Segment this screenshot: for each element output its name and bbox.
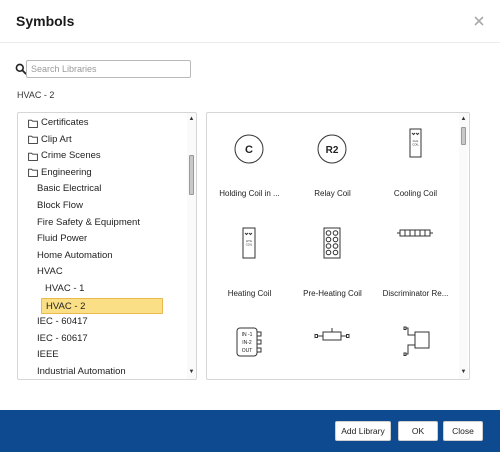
symbol-label: Holding Coil in ... (219, 189, 280, 198)
symbol-tile[interactable]: HTG COIL Heating Coil (207, 218, 292, 308)
tree-item-label: Industrial Automation (37, 366, 126, 377)
pre-heating-coil-icon (323, 227, 341, 259)
tree-item[interactable]: Basic Electrical (37, 181, 101, 197)
symbol-tile[interactable]: C Holding Coil in ... (207, 118, 292, 208)
holding-coil-icon: C (234, 134, 264, 164)
symbol-tile[interactable] (373, 318, 458, 379)
scroll-down-arrow[interactable]: ▼ (459, 368, 468, 377)
tree-item-label: IEC - 60617 (37, 332, 88, 344)
tree-item[interactable]: Block Flow (37, 198, 83, 214)
symbol-tile[interactable] (290, 318, 375, 379)
header-divider (0, 42, 500, 43)
inline-connector-icon (314, 328, 350, 341)
breadcrumb: HVAC - 2 (17, 90, 55, 100)
tree-item[interactable]: Fire Safety & Equipment (37, 215, 140, 231)
heating-coil-icon: HTGCOIL (242, 227, 256, 259)
svg-text:IN -1: IN -1 (242, 332, 253, 338)
close-button[interactable]: Close (443, 421, 483, 441)
scroll-up-arrow[interactable]: ▲ (459, 115, 468, 124)
dialog-footer: Add Library OK Close (0, 410, 500, 452)
tree-folder[interactable]: Crime Scenes (28, 148, 101, 164)
symbol-tile[interactable]: R2 Relay Coil (290, 118, 375, 208)
tree-item[interactable]: HVAC (37, 264, 63, 280)
tree-item-label: HVAC - 1 (45, 283, 85, 294)
tree-item-label: Block Flow (37, 200, 83, 211)
tree-item-label: Certificates (41, 117, 89, 128)
scroll-thumb[interactable] (461, 127, 466, 145)
discriminator-relay-icon (397, 229, 433, 237)
svg-text:COIL: COIL (246, 243, 253, 247)
symbol-grid[interactable]: C Holding Coil in ... R2 Relay Coil CLG COIL C… (206, 112, 470, 380)
tree-item[interactable]: Fluid Power (37, 231, 87, 247)
tree-item[interactable]: IEC - 60617 (37, 331, 88, 347)
tree-item[interactable]: HVAC - 1 (45, 281, 84, 297)
tree-item-label: Basic Electrical (37, 183, 102, 195)
symbol-tile[interactable]: Discriminator Re... (373, 218, 458, 308)
svg-text:IN-2: IN-2 (242, 340, 252, 346)
folder-icon (28, 152, 38, 161)
tree-folder[interactable]: Certificates (28, 115, 89, 131)
tree-item[interactable]: Home Automation (37, 248, 113, 264)
symbol-label: Pre-Heating Coil (303, 289, 362, 298)
close-icon[interactable] (471, 13, 487, 29)
tree-item-label: Fluid Power (37, 233, 88, 245)
tree-folder[interactable]: Clip Art (28, 132, 72, 148)
scroll-down-arrow[interactable]: ▼ (187, 368, 196, 377)
folder-icon (28, 119, 38, 128)
svg-text:C: C (245, 144, 253, 156)
symbol-tile[interactable]: Pre-Heating Coil (290, 218, 375, 308)
tree-item[interactable]: Industrial Automation (37, 364, 126, 379)
dialog-header: Symbols (0, 0, 500, 42)
tree-scrollbar[interactable]: ▲ ▼ (187, 113, 196, 379)
folder-icon (28, 135, 38, 144)
cooling-coil-icon: CLGCOIL (409, 128, 422, 158)
tree-item-label: Crime Scenes (41, 150, 101, 162)
add-library-button[interactable]: Add Library (335, 421, 391, 441)
tree-item[interactable]: IEEE (37, 347, 59, 363)
symbol-tile[interactable]: CLG COIL Cooling Coil (373, 118, 458, 208)
tree-item-label: Fire Safety & Equipment (37, 216, 140, 228)
tree-item-label: Engineering (41, 166, 92, 178)
tree-folder[interactable]: Engineering (28, 165, 92, 181)
symbol-label: Discriminator Re... (382, 289, 449, 298)
search-input[interactable] (26, 60, 191, 78)
input-output-block-icon: IN -1 IN-2 OUT (236, 327, 262, 357)
symbol-label: Relay Coil (314, 189, 351, 198)
grid-scrollbar[interactable]: ▲ ▼ (459, 113, 468, 379)
ok-button[interactable]: OK (398, 421, 438, 441)
symbol-tile[interactable]: IN -1 IN-2 OUT (207, 318, 292, 379)
tree-item-label: HVAC - 2 (46, 300, 86, 312)
svg-text:COIL: COIL (412, 143, 419, 147)
tree-item[interactable]: IEC - 60417 (37, 314, 88, 330)
dialog-title: Symbols (16, 13, 75, 29)
tree-item-label: IEC - 60417 (37, 316, 88, 328)
scroll-up-arrow[interactable]: ▲ (187, 115, 196, 124)
tree-item-label: IEEE (37, 349, 59, 361)
svg-text:R2: R2 (326, 145, 339, 156)
scroll-thumb[interactable] (189, 155, 194, 195)
junction-box-icon (403, 326, 430, 356)
folder-icon (28, 169, 38, 178)
tree-item[interactable]: HVAC - 2 (41, 297, 163, 314)
svg-text:OUT: OUT (242, 348, 253, 354)
tree-item-label: HVAC (37, 266, 63, 278)
library-tree[interactable]: Certificates Clip Art Crime Scenes Engineer… (17, 112, 197, 380)
symbol-label: Heating Coil (227, 289, 272, 298)
tree-item-label: Clip Art (41, 133, 72, 145)
symbol-label: Cooling Coil (393, 189, 438, 198)
relay-coil-icon: R2 (317, 134, 347, 164)
tree-item-label: Home Automation (37, 249, 113, 261)
